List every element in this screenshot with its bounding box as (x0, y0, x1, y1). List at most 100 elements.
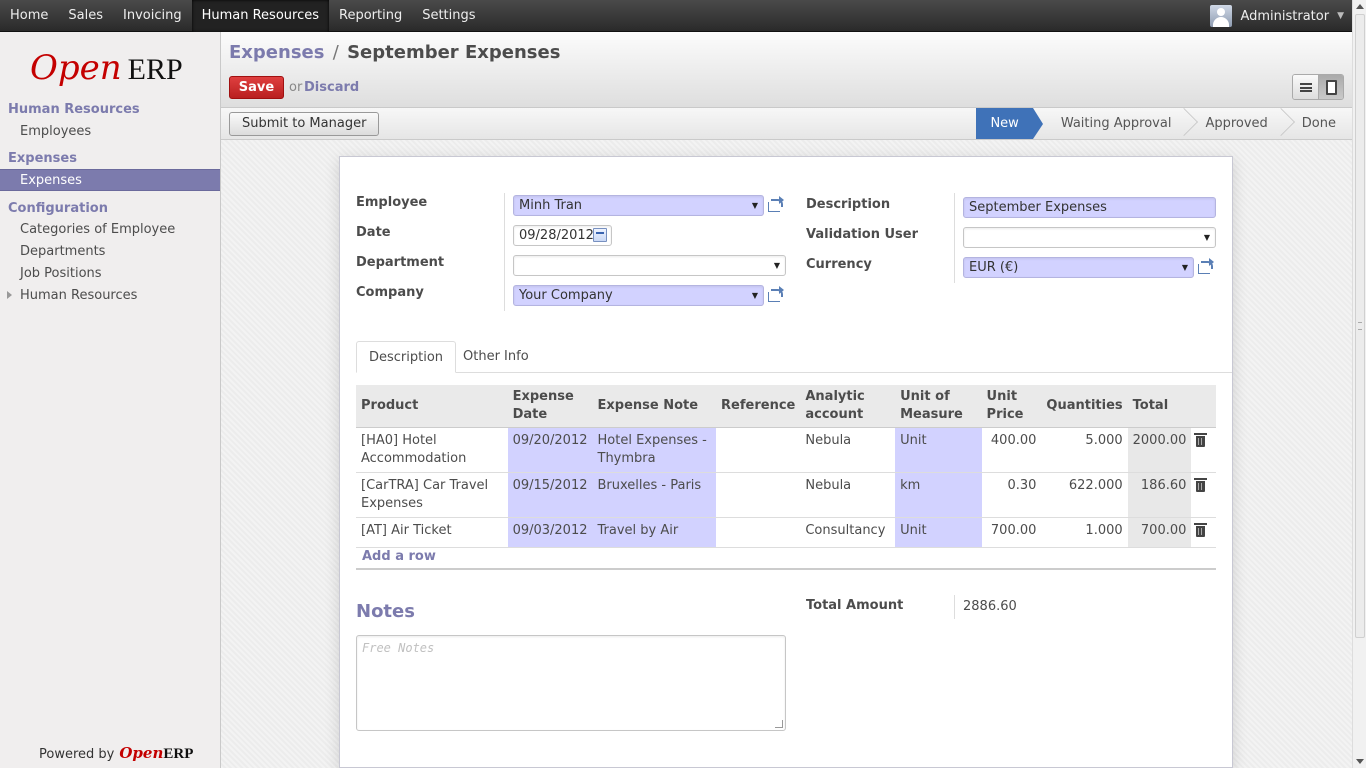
external-link-icon[interactable] (768, 286, 784, 303)
table-header-row: Product Expense Date Expense Note Refere… (356, 385, 1216, 428)
notes-placeholder: Free Notes (362, 641, 435, 655)
notes-heading: Notes (356, 601, 415, 622)
description-label: Description (806, 197, 891, 212)
sidebar-item-expenses[interactable]: Expenses (0, 169, 220, 191)
currency-label: Currency (806, 257, 872, 272)
cell-expense-note: Travel by Air (592, 517, 717, 548)
table-row[interactable]: [CarTRA] Car Travel Expenses 09/15/2012 … (356, 472, 1216, 518)
menu-item-reporting[interactable]: Reporting (329, 0, 412, 32)
sidebar-item-departments[interactable]: Departments (20, 244, 105, 259)
breadcrumb-current: September Expenses (347, 42, 561, 63)
page-scrollbar[interactable] (1352, 0, 1366, 768)
expand-triangle-icon[interactable] (7, 291, 12, 299)
sidebar-item-employees[interactable]: Employees (20, 124, 91, 139)
cell-total: 186.60 (1127, 472, 1192, 518)
validation-user-select[interactable]: ▼ (963, 227, 1216, 248)
sidebar-section-human-resources: Human Resources (8, 102, 140, 117)
cell-total: 700.00 (1127, 517, 1192, 548)
field-divider (954, 193, 955, 283)
powered-by: Powered by Open ERP (39, 744, 194, 762)
calendar-icon[interactable] (593, 228, 607, 242)
cell-expense-date: 09/15/2012 (507, 472, 593, 518)
dropdown-arrow-icon: ▼ (751, 201, 758, 210)
cell-analytic-account: Nebula (800, 427, 896, 473)
notes-textarea[interactable]: Free Notes (356, 635, 786, 731)
cell-unit-of-measure: Unit (895, 517, 982, 548)
table-row[interactable]: [AT] Air Ticket 09/03/2012 Travel by Air… (356, 517, 1216, 548)
cell-analytic-account: Nebula (800, 472, 896, 518)
scrollbar-grip-icon (1358, 322, 1362, 330)
column-header-quantities[interactable]: Quantities (1041, 385, 1128, 428)
dropdown-arrow-icon: ▼ (1181, 263, 1188, 272)
total-amount-value: 2886.60 (963, 599, 1017, 614)
resize-handle-icon[interactable] (775, 720, 783, 728)
sidebar-section-configuration: Configuration (8, 201, 108, 216)
external-link-icon[interactable] (1198, 258, 1214, 275)
expense-lines-table: Product Expense Date Expense Note Refere… (356, 385, 1216, 548)
sidebar-item-job-positions[interactable]: Job Positions (20, 266, 102, 281)
user-menu[interactable]: Administrator ▼ (1210, 0, 1344, 32)
grid-bottom-divider (356, 568, 1216, 570)
description-input[interactable]: September Expenses (963, 197, 1216, 218)
discard-link[interactable]: Discard (304, 80, 359, 95)
form-view-button[interactable] (1318, 75, 1343, 99)
trash-icon[interactable] (1194, 523, 1208, 537)
column-header-reference[interactable]: Reference (716, 385, 801, 428)
view-header: Expenses / September Expenses Save or Di… (221, 32, 1352, 108)
employee-select[interactable]: Minh Tran ▼ (513, 195, 764, 216)
cell-expense-note: Hotel Expenses - Thymbra (592, 427, 717, 473)
column-header-expense-date[interactable]: Expense Date (507, 385, 593, 428)
menu-item-human-resources[interactable]: Human Resources (191, 0, 329, 32)
workflow-stages: New Waiting Approval Approved Done (976, 107, 1352, 139)
column-header-total[interactable]: Total (1127, 385, 1192, 428)
menu-item-sales[interactable]: Sales (58, 0, 113, 32)
column-header-analytic-account[interactable]: Analytic account (800, 385, 896, 428)
menu-item-home[interactable]: Home (0, 0, 58, 32)
sidebar: Open ERP Human Resources Employees Expen… (0, 32, 221, 768)
menu-item-settings[interactable]: Settings (412, 0, 485, 32)
company-label: Company (356, 285, 424, 300)
tab-other-info[interactable]: Other Info (451, 341, 541, 373)
company-select[interactable]: Your Company ▼ (513, 285, 764, 306)
trash-icon[interactable] (1194, 433, 1208, 447)
stage-done: Done (1301, 116, 1336, 131)
cell-reference (716, 517, 801, 548)
sidebar-item-human-resources-sub[interactable]: Human Resources (20, 288, 137, 303)
scroll-down-arrow-icon[interactable] (1356, 759, 1364, 764)
cell-expense-date: 09/03/2012 (507, 517, 593, 548)
column-header-product[interactable]: Product (356, 385, 508, 428)
currency-select[interactable]: EUR (€) ▼ (963, 257, 1194, 278)
sidebar-item-categories-of-employee[interactable]: Categories of Employee (20, 222, 175, 237)
field-divider (504, 193, 505, 311)
department-select[interactable]: ▼ (513, 255, 786, 276)
column-header-unit-of-measure[interactable]: Unit of Measure (895, 385, 982, 428)
column-header-expense-note[interactable]: Expense Note (592, 385, 717, 428)
list-view-button[interactable] (1293, 75, 1318, 99)
openerp-logo[interactable]: Open ERP (30, 48, 183, 88)
save-button[interactable]: Save (229, 76, 284, 99)
cell-delete (1191, 472, 1216, 518)
column-header-unit-price[interactable]: Unit Price (981, 385, 1042, 428)
user-name: Administrator (1240, 8, 1330, 24)
cell-unit-of-measure: km (895, 472, 982, 518)
submit-to-manager-button[interactable]: Submit to Manager (229, 112, 380, 136)
validation-user-label: Validation User (806, 227, 919, 242)
tab-description[interactable]: Description (356, 341, 457, 373)
trash-icon[interactable] (1194, 478, 1208, 492)
notebook-tabs: Description Other Info (356, 341, 1232, 373)
stage-new: New (976, 108, 1044, 139)
view-switcher (1292, 74, 1344, 100)
date-label: Date (356, 225, 391, 240)
date-input[interactable]: 09/28/2012 (513, 225, 612, 246)
column-header-delete (1191, 385, 1216, 428)
table-row[interactable]: [HA0] Hotel Accommodation 09/20/2012 Hot… (356, 427, 1216, 473)
add-row-link[interactable]: Add a row (362, 549, 436, 564)
cell-total: 2000.00 (1127, 427, 1192, 473)
cell-expense-date: 09/20/2012 (507, 427, 593, 473)
cell-unit-price: 700.00 (981, 517, 1042, 548)
scroll-up-arrow-icon[interactable] (1356, 4, 1364, 9)
external-link-icon[interactable] (768, 196, 784, 213)
cell-quantities: 622.000 (1041, 472, 1128, 518)
menu-item-invoicing[interactable]: Invoicing (113, 0, 192, 32)
breadcrumb-parent-link[interactable]: Expenses (229, 42, 324, 63)
